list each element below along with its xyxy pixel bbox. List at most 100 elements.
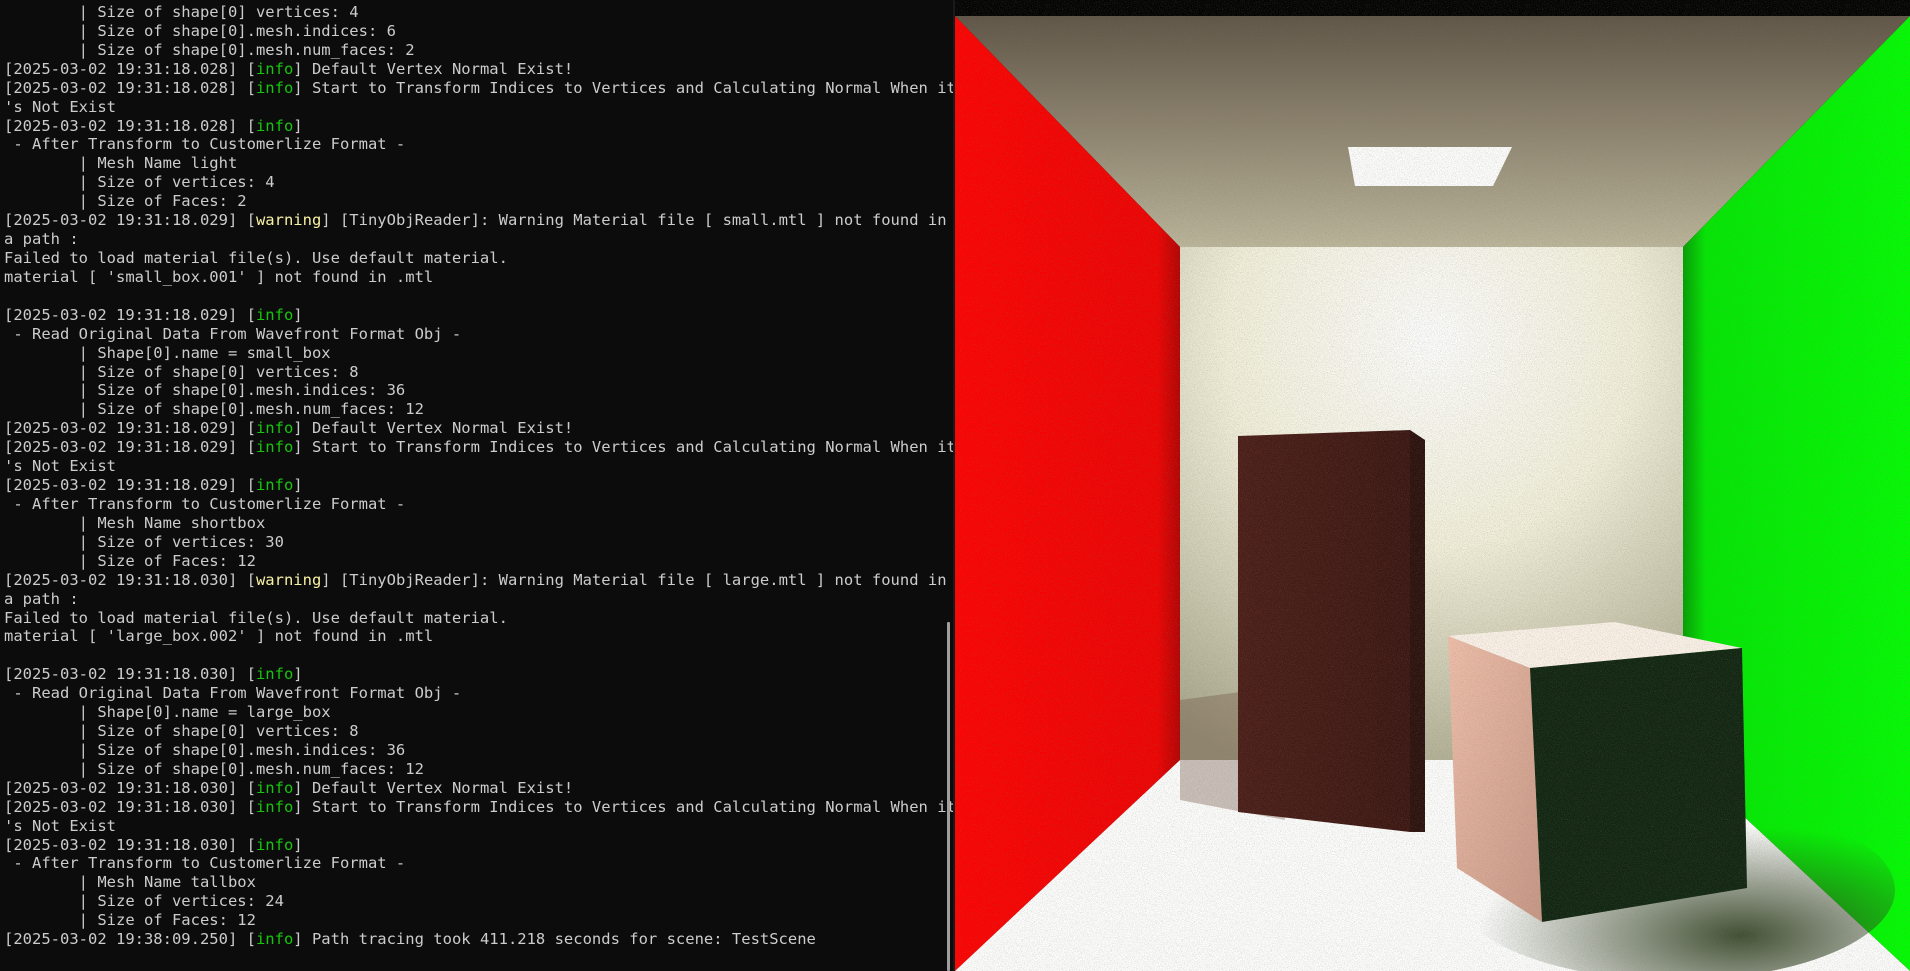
log-text: | Shape[0].name = small_box xyxy=(78,343,331,362)
render-noise xyxy=(955,0,1910,971)
log-line: 's Not Exist xyxy=(4,817,939,836)
log-text: - After Transform to Customerlize Format… xyxy=(4,494,406,513)
log-line: a path : xyxy=(4,230,939,249)
log-text: | Size of shape[0].mesh.indices: 6 xyxy=(78,21,396,40)
log-level: info xyxy=(255,438,294,457)
log-line: - After Transform to Customerlize Format… xyxy=(4,135,939,154)
log-line: - Read Original Data From Wavefront Form… xyxy=(4,325,939,344)
log-text: | Size of shape[0] vertices: 8 xyxy=(78,722,359,741)
log-indent xyxy=(4,911,79,929)
log-line: | Size of shape[0].mesh.num_faces: 12 xyxy=(4,760,939,779)
log-text: Default Vertex Normal Exist! xyxy=(302,419,574,438)
log-level: warning xyxy=(255,570,322,589)
log-level: info xyxy=(255,116,294,135)
log-text: Start to Transform Indices to Vertices a… xyxy=(302,438,953,457)
log-line: | Size of Faces: 12 xyxy=(4,911,939,930)
log-line: | Mesh Name light xyxy=(4,154,939,173)
log-line: [2025-03-02 19:31:18.029] [warning] [Tin… xyxy=(4,211,947,230)
log-line: Failed to load material file(s). Use def… xyxy=(4,609,939,628)
log-line: | Size of shape[0].mesh.indices: 36 xyxy=(4,741,939,760)
log-line: [2025-03-02 19:38:09.250] [info] Path tr… xyxy=(4,930,816,949)
log-indent xyxy=(4,552,79,570)
log-timestamp: [2025-03-02 19:31:18.029] xyxy=(4,211,238,230)
log-line: | Size of shape[0].mesh.indices: 36 xyxy=(4,381,939,400)
log-level: info xyxy=(255,930,294,949)
log-text: | Size of shape[0].mesh.indices: 36 xyxy=(78,740,406,759)
log-line: [2025-03-02 19:31:18.028] [info] xyxy=(4,116,303,135)
log-timestamp: [2025-03-02 19:31:18.029] xyxy=(4,438,238,457)
log-text: a path : xyxy=(4,589,79,608)
log-text: Failed to load material file(s). Use def… xyxy=(4,608,508,627)
log-output: | Size of shape[0] vertices: 4 | Size of… xyxy=(4,3,953,949)
log-timestamp: [2025-03-02 19:31:18.028] xyxy=(4,59,238,78)
log-level: info xyxy=(255,78,294,97)
log-text: Path tracing took 411.218 seconds for sc… xyxy=(302,930,816,949)
log-timestamp: [2025-03-02 19:31:18.029] xyxy=(4,476,238,495)
log-indent xyxy=(4,514,79,532)
log-text: - Read Original Data From Wavefront Form… xyxy=(4,684,462,703)
log-text: 's Not Exist xyxy=(4,97,116,116)
log-level: info xyxy=(255,665,294,684)
log-indent xyxy=(4,400,79,418)
log-text: | Size of shape[0].mesh.num_faces: 2 xyxy=(78,40,415,59)
log-text: Failed to load material file(s). Use def… xyxy=(4,248,508,267)
log-indent xyxy=(4,363,79,381)
log-text: | Size of shape[0].mesh.num_faces: 12 xyxy=(78,400,424,419)
cornell-box-render xyxy=(955,0,1910,971)
log-text: | Size of shape[0].mesh.num_faces: 12 xyxy=(78,759,424,778)
log-line: | Shape[0].name = large_box xyxy=(4,703,939,722)
log-text: | Size of shape[0] vertices: 4 xyxy=(78,3,359,21)
log-text: material [ 'small_box.001' ] not found i… xyxy=(4,267,434,286)
log-line: | Mesh Name tallbox xyxy=(4,873,939,892)
log-text: | Size of vertices: 4 xyxy=(78,173,275,192)
log-line: material [ 'large_box.002' ] not found i… xyxy=(4,627,939,646)
terminal-scrollbar[interactable] xyxy=(947,622,950,971)
log-text: - After Transform to Customerlize Format… xyxy=(4,135,406,154)
log-line: [2025-03-02 19:31:18.029] [info] Start t… xyxy=(4,438,953,457)
log-line: | Size of vertices: 4 xyxy=(4,173,939,192)
log-line: [2025-03-02 19:31:18.029] [info] xyxy=(4,476,303,495)
log-line: - Read Original Data From Wavefront Form… xyxy=(4,684,939,703)
log-text: a path : xyxy=(4,230,79,249)
render-viewport xyxy=(955,0,1910,971)
log-indent xyxy=(4,3,79,21)
log-line: | Size of shape[0].mesh.num_faces: 2 xyxy=(4,41,939,60)
log-timestamp: [2025-03-02 19:31:18.028] xyxy=(4,116,238,135)
log-text: | Size of Faces: 2 xyxy=(78,192,247,211)
log-indent xyxy=(4,760,79,778)
log-line: [2025-03-02 19:31:18.030] [warning] [Tin… xyxy=(4,570,947,589)
log-text: Default Vertex Normal Exist! xyxy=(302,59,574,78)
log-text: Default Vertex Normal Exist! xyxy=(302,778,574,797)
log-line: - After Transform to Customerlize Format… xyxy=(4,854,939,873)
log-line: [2025-03-02 19:31:18.029] [info] xyxy=(4,305,303,324)
log-line: | Size of shape[0] vertices: 4 xyxy=(4,3,939,22)
log-level: info xyxy=(255,835,294,854)
log-text: | Size of Faces: 12 xyxy=(78,551,256,570)
log-indent xyxy=(4,381,79,399)
log-text: | Size of vertices: 30 xyxy=(78,532,284,551)
log-level: info xyxy=(255,476,294,495)
log-text: 's Not Exist xyxy=(4,457,116,476)
log-timestamp: [2025-03-02 19:31:18.030] xyxy=(4,797,238,816)
log-text: | Size of Faces: 12 xyxy=(78,911,256,930)
log-line: [2025-03-02 19:31:18.028] [info] Default… xyxy=(4,59,574,78)
log-line: | Shape[0].name = small_box xyxy=(4,344,939,363)
log-level: warning xyxy=(255,211,322,230)
log-line: [2025-03-02 19:31:18.030] [info] Default… xyxy=(4,778,574,797)
log-indent xyxy=(4,154,79,172)
log-level: info xyxy=(255,305,294,324)
log-line: - After Transform to Customerlize Format… xyxy=(4,495,939,514)
log-line: [2025-03-02 19:31:18.030] [info] xyxy=(4,665,303,684)
terminal-window[interactable]: | Size of shape[0] vertices: 4 | Size of… xyxy=(0,0,953,971)
log-level: info xyxy=(255,778,294,797)
log-timestamp: [2025-03-02 19:31:18.030] xyxy=(4,778,238,797)
log-indent xyxy=(4,703,79,721)
log-line: | Size of shape[0] vertices: 8 xyxy=(4,722,939,741)
log-text: - Read Original Data From Wavefront Form… xyxy=(4,324,462,343)
log-line: material [ 'small_box.001' ] not found i… xyxy=(4,268,939,287)
log-indent xyxy=(4,533,79,551)
log-line: | Mesh Name shortbox xyxy=(4,514,939,533)
log-indent xyxy=(4,344,79,362)
